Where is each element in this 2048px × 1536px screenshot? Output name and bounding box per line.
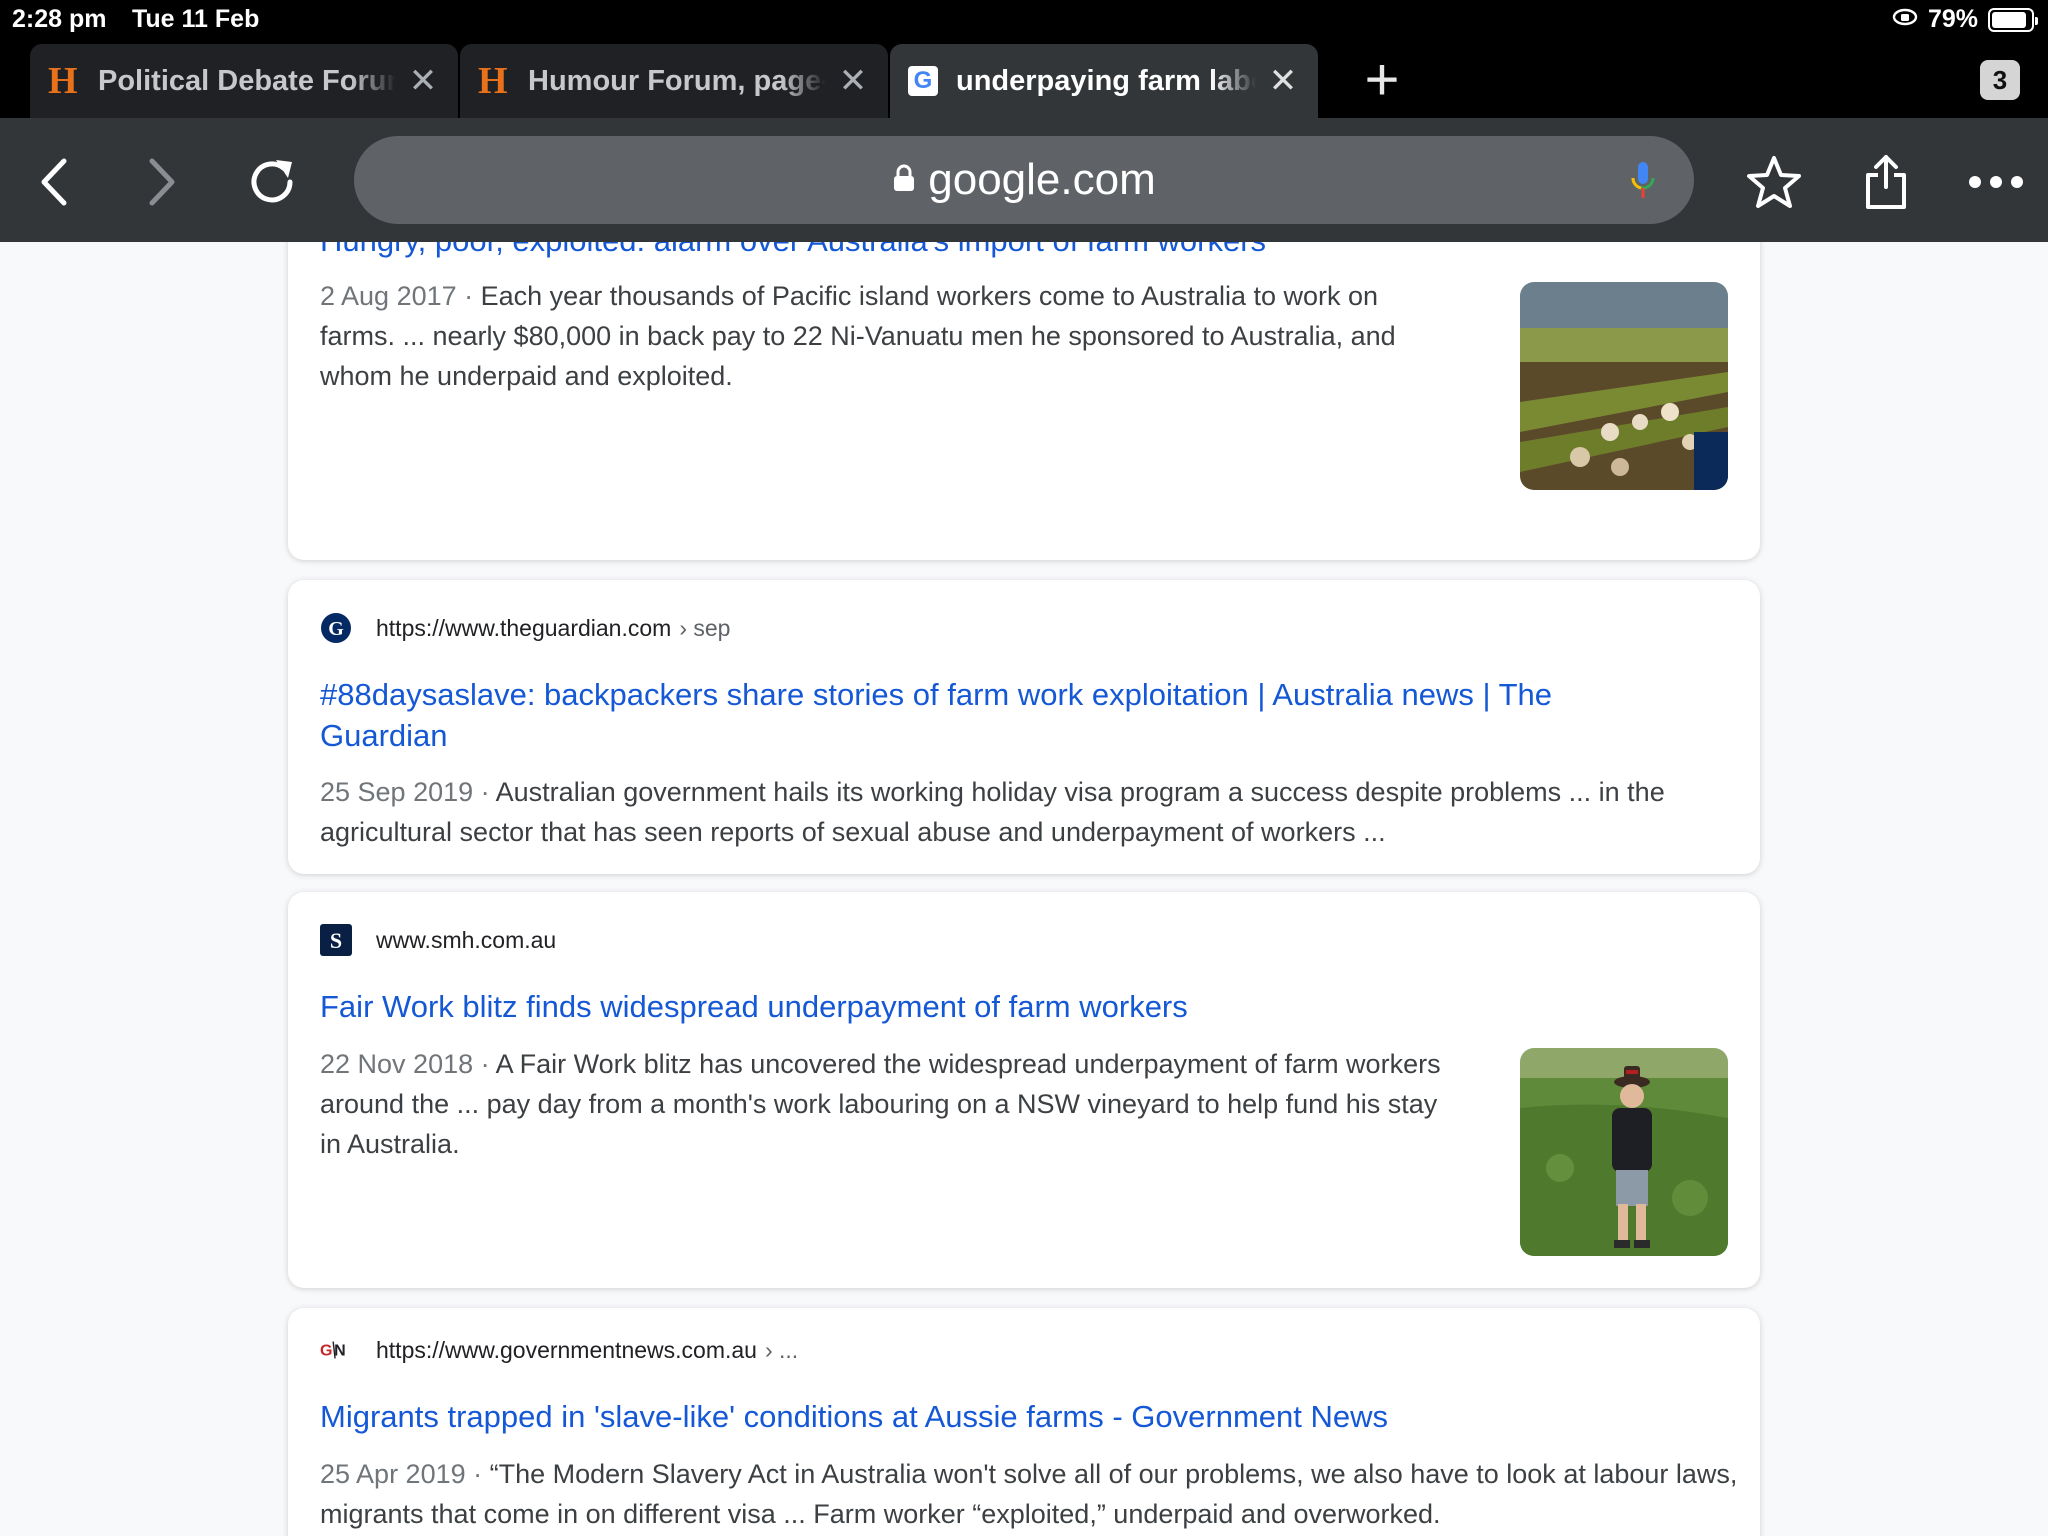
tab-title: Humour Forum, page- [528, 64, 826, 97]
tab-political-debate[interactable]: H Political Debate Forum ✕ [30, 44, 458, 118]
result-snippet: 25 Apr 2019 · “The Modern Slavery Act in… [320, 1459, 1738, 1529]
orientation-lock-icon [1892, 5, 1918, 34]
guardian-logo-icon: G [320, 612, 352, 644]
result-date: 25 Sep 2019 [320, 777, 474, 807]
result-source-url: https://www.governmentnews.com.au [376, 1336, 757, 1363]
result-title-link[interactable]: #88daysaslave: backpackers share stories… [320, 674, 1660, 756]
result-thumbnail-farm-image[interactable] [1520, 282, 1728, 490]
tab-count-button[interactable]: 3 [1980, 60, 2020, 100]
status-right: 79% [1892, 5, 2038, 34]
address-url: google.com [928, 155, 1156, 204]
svg-text:N: N [334, 1343, 346, 1360]
reload-icon[interactable] [242, 152, 302, 212]
back-arrow-icon[interactable] [24, 152, 84, 212]
new-tab-plus-icon[interactable]: + [1360, 50, 1404, 110]
more-menu-icon[interactable] [1966, 152, 2026, 212]
status-bar: 2:28 pm Tue 11 Feb 79% [0, 0, 2048, 40]
result-thumbnail-vineyard-worker-image[interactable] [1520, 1048, 1728, 1256]
result-date: 2 Aug 2017 [320, 281, 457, 311]
battery-percent: 79% [1927, 5, 1978, 33]
result-source[interactable]: G https://www.theguardian.com › sep [320, 612, 730, 644]
result-source-url: www.smh.com.au [376, 926, 557, 953]
result-source[interactable]: GN https://www.governmentnews.com.au › .… [320, 1334, 798, 1366]
result-breadcrumb: › ... [764, 1336, 799, 1363]
battery-icon [1988, 7, 2038, 32]
microphone-icon[interactable] [1628, 160, 1658, 207]
svg-text:G: G [328, 618, 344, 640]
tab-humour-forum[interactable]: H Humour Forum, page- ✕ [460, 44, 888, 118]
result-card: S www.smh.com.au Fair Work blitz finds w… [288, 892, 1760, 1288]
result-snippet: 22 Nov 2018 · A Fair Work blitz has unco… [320, 1049, 1441, 1159]
google-favicon-icon: G [908, 66, 938, 96]
lock-icon [892, 163, 916, 198]
result-snippet-text: Each year thousands of Pacific island wo… [320, 281, 1396, 391]
government-news-logo-icon: GN [320, 1334, 352, 1366]
result-snippet: 25 Sep 2019 · Australian government hail… [320, 777, 1665, 847]
result-snippet-text: Australian government hails its working … [320, 777, 1665, 847]
address-bar[interactable]: google.com [354, 136, 1694, 224]
result-title-link[interactable]: Fair Work blitz finds widespread underpa… [320, 986, 1420, 1027]
tab-strip: H Political Debate Forum ✕ H Humour Foru… [0, 40, 2048, 118]
result-snippet-text: “The Modern Slavery Act in Australia won… [320, 1459, 1738, 1529]
tab-google-search[interactable]: G underpaying farm labour ✕ [890, 44, 1318, 118]
result-breadcrumb: › sep [679, 614, 731, 641]
result-card: G https://www.theguardian.com › sep #88d… [288, 580, 1760, 874]
status-time: 2:28 pm [12, 5, 107, 33]
result-title-link[interactable]: Hungry, poor, exploited: alarm over Aust… [320, 242, 1700, 261]
result-title-link[interactable]: Migrants trapped in 'slave-like' conditi… [320, 1396, 1700, 1437]
forward-arrow-icon[interactable] [132, 152, 192, 212]
bookmark-star-icon[interactable] [1744, 152, 1804, 212]
result-date: 25 Apr 2019 [320, 1459, 466, 1489]
tab-title: underpaying farm labour [956, 64, 1256, 97]
browser-toolbar: google.com [0, 118, 2048, 242]
result-source-url: https://www.theguardian.com [376, 614, 672, 641]
close-tab-icon[interactable]: ✕ [1266, 61, 1300, 101]
hotcopper-favicon-icon: H [48, 60, 78, 102]
status-date: Tue 11 Feb [132, 5, 260, 33]
search-results: Hungry, poor, exploited: alarm over Aust… [0, 242, 2048, 1536]
result-card: GN https://www.governmentnews.com.au › .… [288, 1308, 1760, 1536]
result-date: 22 Nov 2018 [320, 1049, 474, 1079]
result-card: Hungry, poor, exploited: alarm over Aust… [288, 242, 1760, 560]
tab-title: Political Debate Forum [98, 64, 396, 97]
close-tab-icon[interactable]: ✕ [836, 61, 870, 101]
close-tab-icon[interactable]: ✕ [406, 61, 440, 101]
hotcopper-favicon-icon: H [478, 60, 508, 102]
svg-text:G: G [320, 1343, 332, 1360]
share-icon[interactable] [1856, 152, 1916, 212]
svg-text:S: S [330, 928, 342, 953]
result-snippet: 2 Aug 2017 · Each year thousands of Paci… [320, 281, 1396, 391]
result-source[interactable]: S www.smh.com.au [320, 924, 556, 956]
smh-logo-icon: S [320, 924, 352, 956]
